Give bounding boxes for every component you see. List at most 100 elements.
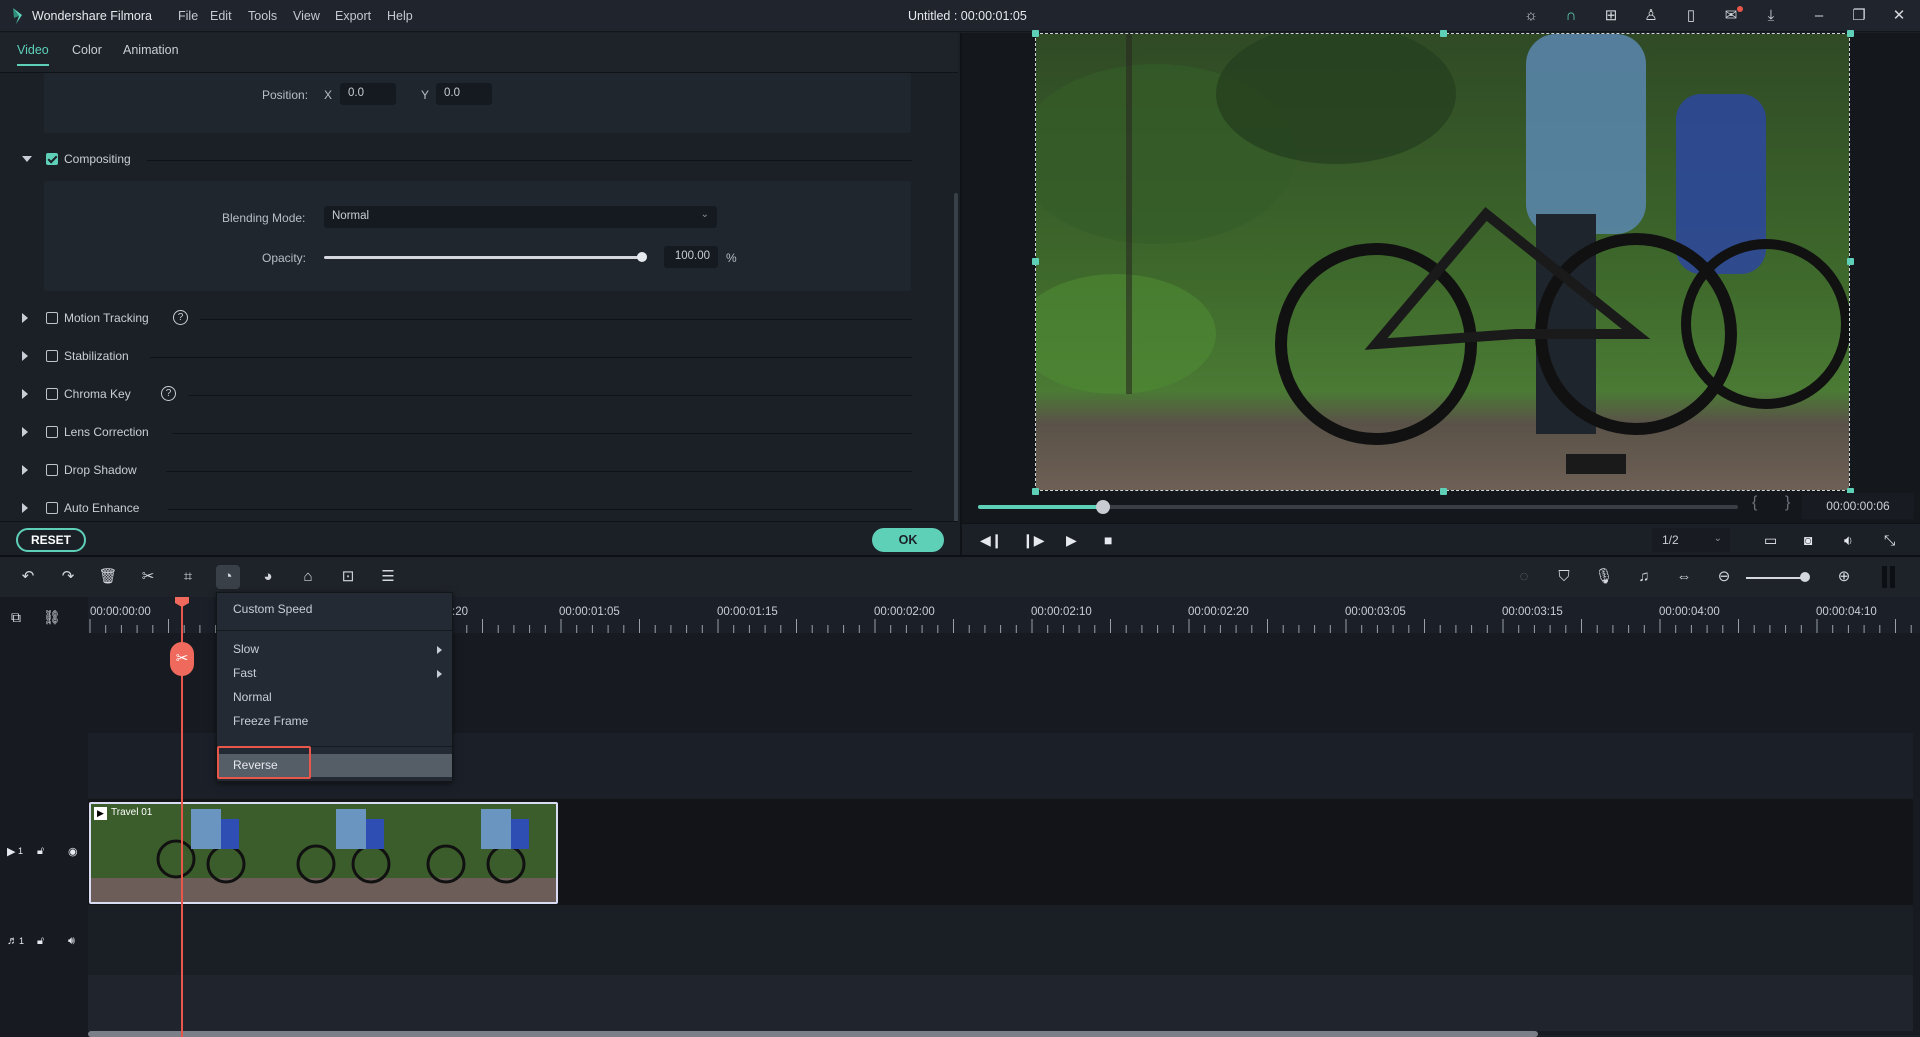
adjust-icon[interactable]: ☰ [376, 565, 400, 589]
lock-icon[interactable]: 🔓︎ [37, 845, 44, 858]
blending-mode-select[interactable]: Normal ⌄ [324, 206, 717, 228]
panel-scrollbar[interactable] [954, 193, 958, 553]
chroma-key-checkbox[interactable] [46, 388, 58, 400]
speaker-icon[interactable]: 🔊︎ [68, 935, 75, 948]
tab-animation[interactable]: Animation [123, 43, 179, 57]
zoom-crop-icon[interactable]: ⊡ [336, 565, 360, 589]
section-lens-correction[interactable]: Lens Correction [22, 423, 912, 443]
audio-mixer-icon[interactable]: ♫ [1632, 565, 1656, 589]
transform-handle[interactable] [1032, 30, 1039, 37]
help-icon[interactable]: ? [173, 310, 188, 325]
section-chroma-key[interactable]: Chroma Key ? [22, 385, 912, 405]
previous-frame-icon[interactable]: ◀❙ [980, 532, 1003, 548]
collapse-arrow-icon[interactable] [22, 156, 32, 162]
menu-item-custom-speed[interactable]: Custom Speed [233, 602, 312, 616]
redo-icon[interactable]: ↷ [56, 565, 80, 589]
zoom-in-icon[interactable]: ⊕ [1832, 565, 1856, 589]
transform-handle[interactable] [1032, 488, 1039, 495]
compositing-checkbox[interactable] [46, 153, 58, 165]
video-preview-frame[interactable] [1035, 33, 1850, 491]
preview-quality-select[interactable]: 1/2 ⌄ [1652, 528, 1730, 552]
delete-icon[interactable]: 🗑︎ [96, 565, 120, 589]
stop-icon[interactable]: ■ [1104, 532, 1112, 548]
restore-icon[interactable]: ❐ [1849, 6, 1869, 26]
reset-button[interactable]: RESET [16, 528, 86, 552]
close-icon[interactable]: ✕ [1889, 6, 1909, 26]
video-clip[interactable]: ▶ Travel 01 [89, 802, 558, 904]
crop-icon[interactable]: ⌗ [176, 565, 200, 589]
lock-icon[interactable]: 🔓︎ [37, 935, 44, 948]
gift-icon[interactable]: ⊞ [1601, 6, 1621, 26]
link-icon[interactable]: ⛓ [43, 609, 61, 626]
tab-color[interactable]: Color [72, 43, 102, 57]
lightbulb-icon[interactable]: ☼ [1521, 6, 1541, 26]
undo-icon[interactable]: ↶ [16, 565, 40, 589]
play-icon[interactable]: ▶ [1066, 532, 1077, 548]
timeline-zoom-slider[interactable] [1746, 577, 1808, 579]
save-icon[interactable]: ▯ [1681, 6, 1701, 26]
fit-timeline-icon[interactable]: ⇔ [1672, 565, 1696, 589]
green-screen-icon[interactable]: ⌂ [296, 565, 320, 589]
auto-enhance-checkbox[interactable] [46, 502, 58, 514]
mark-out-button[interactable]: } [1785, 494, 1790, 512]
visibility-eye-icon[interactable]: ◉ [68, 845, 78, 858]
expand-arrow-icon[interactable] [22, 389, 28, 399]
section-stabilization[interactable]: Stabilization [22, 347, 912, 367]
volume-icon[interactable]: 🔉︎ [1844, 532, 1853, 548]
expand-arrow-icon[interactable] [22, 427, 28, 437]
cut-icon[interactable]: ✂ [136, 565, 160, 589]
ok-button[interactable]: OK [872, 528, 944, 552]
opacity-slider-track[interactable] [324, 256, 644, 259]
expand-arrow-icon[interactable] [22, 465, 28, 475]
speed-icon[interactable]: ◔ [216, 565, 240, 589]
menu-tools[interactable]: Tools [248, 9, 277, 23]
expand-arrow-icon[interactable] [22, 351, 28, 361]
menu-item-freeze-frame[interactable]: Freeze Frame [233, 714, 308, 728]
snapshot-icon[interactable]: ◙ [1804, 532, 1812, 548]
expand-arrow-icon[interactable] [22, 503, 28, 513]
preview-seek-bar[interactable] [978, 500, 1738, 514]
marker-icon[interactable]: ⛉ [1552, 565, 1576, 589]
lens-correction-checkbox[interactable] [46, 426, 58, 438]
timeline-zoom-knob[interactable] [1800, 572, 1811, 582]
fullscreen-icon[interactable]: ⤡ [1884, 532, 1895, 548]
headset-icon[interactable]: ∩ [1561, 6, 1581, 26]
timeline-horizontal-scrollbar[interactable] [88, 1031, 1538, 1037]
account-icon[interactable]: ♙ [1641, 6, 1661, 26]
stabilization-checkbox[interactable] [46, 350, 58, 362]
position-y-input[interactable]: 0.0 [436, 83, 492, 105]
motion-tracking-checkbox[interactable] [46, 312, 58, 324]
mark-in-button[interactable]: { [1752, 494, 1757, 512]
minimize-icon[interactable]: – [1809, 6, 1829, 26]
add-track-icon[interactable]: ⧉ [11, 609, 21, 626]
zoom-out-icon[interactable]: ⊖ [1712, 565, 1736, 589]
help-icon[interactable]: ? [161, 386, 176, 401]
menu-export[interactable]: Export [335, 9, 371, 23]
position-x-input[interactable]: 0.0 [340, 83, 396, 105]
seek-knob[interactable] [1096, 500, 1111, 514]
color-icon[interactable]: ◕ [256, 565, 280, 589]
menu-item-slow[interactable]: Slow [233, 642, 259, 656]
render-preview-icon[interactable]: ◌ [1512, 565, 1536, 589]
display-settings-icon[interactable]: ▭ [1764, 532, 1777, 548]
split-scissors-icon[interactable]: ✂ [170, 642, 194, 676]
section-drop-shadow[interactable]: Drop Shadow [22, 461, 912, 481]
transform-handle[interactable] [1847, 258, 1854, 265]
play-frame-icon[interactable]: ❙▶ [1022, 532, 1045, 548]
panel-toggle-icon[interactable] [1882, 566, 1887, 588]
section-compositing[interactable]: Compositing [22, 150, 912, 170]
menu-help[interactable]: Help [387, 9, 413, 23]
menu-view[interactable]: View [293, 9, 320, 23]
drop-shadow-checkbox[interactable] [46, 464, 58, 476]
opacity-slider-knob[interactable] [637, 252, 647, 262]
menu-edit[interactable]: Edit [210, 9, 232, 23]
menu-item-fast[interactable]: Fast [233, 666, 256, 680]
opacity-input[interactable]: 100.00 [664, 246, 718, 268]
menu-file[interactable]: File [178, 9, 198, 23]
transform-handle[interactable] [1440, 488, 1447, 495]
transform-handle[interactable] [1032, 258, 1039, 265]
section-motion-tracking[interactable]: Motion Tracking ? [22, 309, 912, 329]
expand-arrow-icon[interactable] [22, 313, 28, 323]
download-icon[interactable]: ⤓ [1761, 6, 1781, 26]
section-auto-enhance[interactable]: Auto Enhance [22, 499, 912, 519]
